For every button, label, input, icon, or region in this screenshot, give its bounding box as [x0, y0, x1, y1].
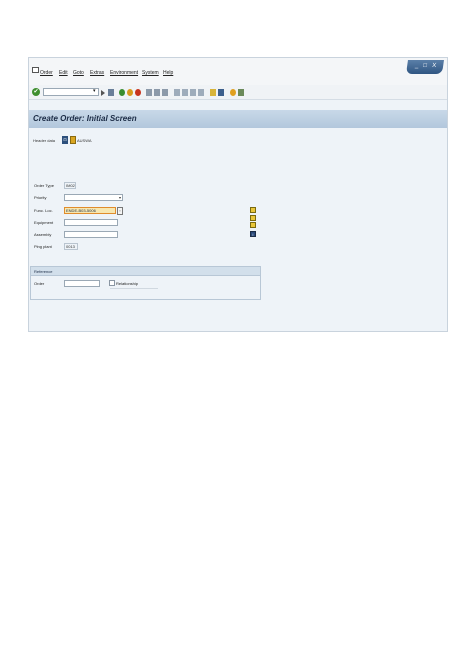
layout-menu-icon[interactable]	[238, 89, 244, 96]
print-icon[interactable]	[146, 89, 152, 96]
func-loc-input[interactable]: ENDE-B03-5006	[64, 207, 116, 214]
restore-button[interactable]: □	[423, 63, 427, 69]
priority-label: Priority	[34, 195, 47, 200]
menu-extras[interactable]: Extras	[90, 70, 104, 76]
application-toolbar: Header data ⊡ AUSWA	[29, 128, 447, 153]
order-type-label: Order Type	[34, 183, 54, 188]
page-title: Create Order: Initial Screen	[33, 114, 137, 123]
menu-edit[interactable]: Edit	[59, 70, 68, 76]
assembly-input[interactable]	[64, 231, 118, 238]
func-loc-label: Func. Loc.	[34, 208, 53, 213]
header-data-label[interactable]: Header data	[33, 138, 55, 143]
ausw-icon[interactable]	[70, 136, 76, 144]
menu-bar: Order Edit Goto Extras Environment Syste…	[29, 58, 447, 85]
previous-page-icon[interactable]	[182, 89, 188, 96]
menu-system[interactable]: System	[142, 70, 159, 76]
ausw-button[interactable]: AUSWA	[77, 138, 92, 143]
menu-environment[interactable]: Environment	[110, 70, 138, 76]
info-icon[interactable]: i	[250, 231, 256, 237]
reference-order-label: Order	[34, 281, 45, 286]
find-next-icon[interactable]	[162, 89, 168, 96]
structure-list-icon[interactable]	[250, 207, 256, 213]
collapse-icon[interactable]	[101, 90, 105, 96]
last-page-icon[interactable]	[198, 89, 204, 96]
relationship-checkbox[interactable]	[109, 280, 115, 286]
reference-order-input[interactable]	[64, 280, 100, 287]
back-icon[interactable]	[119, 89, 125, 96]
find-icon[interactable]	[154, 89, 160, 96]
priority-select[interactable]: ▾	[64, 194, 123, 201]
structure-graphic-icon[interactable]	[250, 215, 256, 221]
close-button[interactable]: X	[432, 63, 437, 69]
order-type-field[interactable]: IM02	[64, 182, 76, 189]
equipment-label: Equipment	[34, 220, 54, 225]
help-icon[interactable]	[230, 89, 236, 96]
equipment-input[interactable]	[64, 219, 118, 226]
relationship-label: Relationship	[116, 281, 139, 286]
header-data-icon[interactable]: ⊡	[62, 136, 68, 144]
reference-header: Reference	[31, 267, 260, 276]
menu-help[interactable]: Help	[163, 70, 173, 76]
command-dropdown-icon[interactable]: ▾	[93, 88, 96, 94]
screen-title-bar: Create Order: Initial Screen	[29, 110, 447, 128]
reference-title: Reference	[34, 269, 53, 274]
plng-plant-field[interactable]: 0013	[64, 243, 78, 250]
shortcut-icon[interactable]	[218, 89, 224, 96]
minimize-button[interactable]: _	[415, 63, 419, 69]
cancel-icon[interactable]	[135, 89, 141, 96]
create-session-icon[interactable]	[210, 89, 216, 96]
menu-goto[interactable]: Goto	[73, 70, 84, 76]
standard-toolbar: ✔ ▾	[29, 85, 447, 100]
first-page-icon[interactable]	[174, 89, 180, 96]
menu-system-icon[interactable]	[32, 67, 39, 73]
plng-plant-label: Plng plant	[34, 244, 52, 249]
object-list-icon[interactable]	[250, 222, 256, 228]
save-icon[interactable]	[108, 89, 114, 96]
window-controls: _ □ X	[406, 60, 444, 74]
value-help-icon[interactable]: ▫	[117, 207, 123, 215]
menu-order[interactable]: Order	[40, 70, 53, 76]
sap-window: Order Edit Goto Extras Environment Syste…	[28, 57, 448, 332]
exit-icon[interactable]	[127, 89, 133, 96]
command-field[interactable]	[43, 88, 99, 96]
assembly-label: Assembly	[34, 232, 52, 237]
enter-check-icon[interactable]: ✔	[32, 88, 40, 96]
chevron-down-icon: ▾	[118, 195, 121, 200]
next-page-icon[interactable]	[190, 89, 196, 96]
divider	[110, 288, 158, 289]
